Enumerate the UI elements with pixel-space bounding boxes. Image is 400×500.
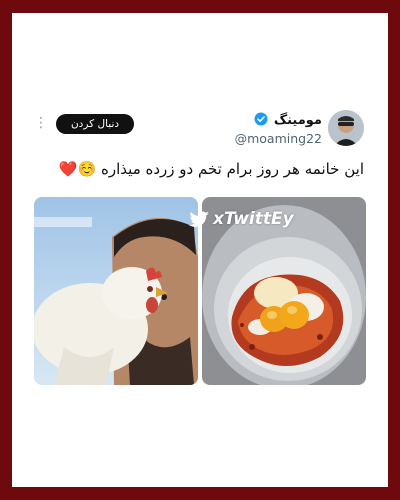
username[interactable]: @moaming22 (235, 131, 322, 146)
tweet-card: مومینگ @moaming22 دنبال کردن ⋮ این خانمه… (12, 13, 388, 487)
watermark: xTwittEy (213, 209, 294, 229)
display-name[interactable]: مومینگ (274, 113, 322, 128)
tweet-emojis: ☺️❤️ (58, 160, 97, 178)
photo-man-with-chicken[interactable] (34, 197, 198, 385)
follow-button[interactable]: دنبال کردن (56, 114, 134, 134)
tweet-text: این خانمه هر روز برام تخم دو زرده میذاره… (34, 160, 364, 178)
twitter-bird-icon (188, 211, 209, 227)
more-options-icon[interactable]: ⋮ (34, 114, 48, 132)
tweet-body: این خانمه هر روز برام تخم دو زرده میذاره (101, 160, 364, 178)
verified-badge-icon (254, 112, 268, 126)
avatar[interactable] (328, 110, 364, 146)
